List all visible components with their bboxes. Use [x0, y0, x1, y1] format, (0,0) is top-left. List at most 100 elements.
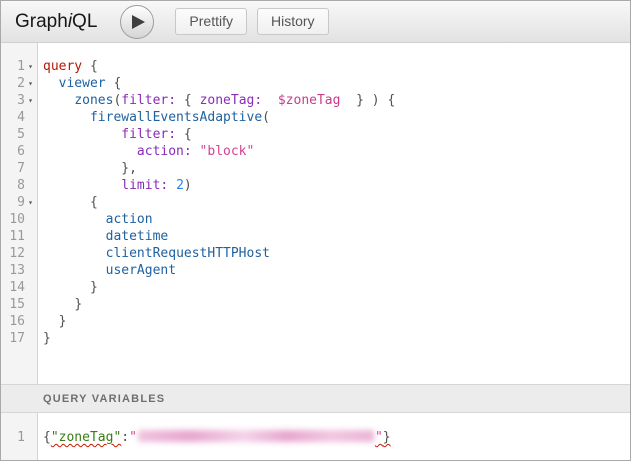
gutter: 1▾ — [1, 58, 38, 75]
line-number: 13 — [9, 262, 25, 279]
token — [43, 195, 90, 210]
code-line[interactable]: 15 } — [1, 296, 630, 313]
code-line[interactable]: 7 }, — [1, 160, 630, 177]
graphiql-app: GraphiQL Prettify History 1▾query {2▾ vi… — [0, 0, 631, 461]
gutter: 16 — [1, 313, 38, 330]
code-text: query { — [38, 58, 98, 75]
token — [364, 93, 372, 108]
token: } — [43, 331, 51, 346]
token: } — [90, 280, 98, 295]
token — [43, 297, 74, 312]
gutter: 14 — [1, 279, 38, 296]
token — [192, 93, 200, 108]
token — [168, 178, 176, 193]
gutter: 6 — [1, 143, 38, 160]
token — [192, 144, 200, 159]
line-number: 17 — [9, 330, 25, 347]
line-number: 3 — [17, 92, 25, 109]
code-line[interactable]: 2▾ viewer { — [1, 75, 630, 92]
code-text: viewer { — [38, 75, 121, 92]
token — [82, 59, 90, 74]
token: zones — [74, 93, 113, 108]
gutter: 11 — [1, 228, 38, 245]
line-number: 2 — [17, 75, 25, 92]
gutter: 3▾ — [1, 92, 38, 109]
line-number: 15 — [9, 296, 25, 313]
line-number: 6 — [17, 143, 25, 160]
token: ( — [262, 110, 270, 125]
token: "zoneTag" — [51, 430, 121, 445]
gutter: 1 — [1, 429, 38, 446]
token: limit: — [121, 178, 168, 193]
token — [43, 144, 137, 159]
fold-arrow-icon[interactable]: ▾ — [25, 75, 36, 92]
token — [43, 229, 106, 244]
logo-text-suffix: QL — [72, 11, 97, 32]
code-line[interactable]: 11 datetime — [1, 228, 630, 245]
code-text: } — [38, 279, 98, 296]
line-number: 16 — [9, 313, 25, 330]
gutter: 17 — [1, 330, 38, 347]
token: ) — [372, 93, 380, 108]
line-number: 7 — [17, 160, 25, 177]
fold-arrow-icon[interactable]: ▾ — [25, 92, 36, 109]
code-line[interactable]: 1{"zoneTag":""} — [1, 429, 630, 446]
token — [43, 76, 59, 91]
line-number: 1 — [17, 58, 25, 75]
token: filter: — [121, 127, 176, 142]
code-line[interactable]: 3▾ zones(filter: { zoneTag: $zoneTag } )… — [1, 92, 630, 109]
token: userAgent — [106, 263, 176, 278]
fold-arrow-icon[interactable]: ▾ — [25, 194, 36, 211]
code-line[interactable]: 8 limit: 2) — [1, 177, 630, 194]
gutter: 4 — [1, 109, 38, 126]
code-text: limit: 2) — [38, 177, 192, 194]
line-number: 11 — [9, 228, 25, 245]
gutter: 8 — [1, 177, 38, 194]
token: } — [356, 93, 364, 108]
token: { — [184, 127, 192, 142]
fold-arrow-icon[interactable]: ▾ — [25, 58, 36, 75]
execute-button[interactable] — [120, 5, 154, 39]
code-line[interactable]: 17} — [1, 330, 630, 347]
topbar: GraphiQL Prettify History — [1, 1, 630, 43]
code-text: } — [38, 313, 66, 330]
code-line[interactable]: 9▾ { — [1, 194, 630, 211]
token — [176, 93, 184, 108]
play-icon — [128, 14, 146, 30]
token — [43, 161, 121, 176]
code-line[interactable]: 14 } — [1, 279, 630, 296]
token: { — [90, 195, 98, 210]
token: action: — [137, 144, 192, 159]
token: action — [106, 212, 153, 227]
token: } — [383, 430, 391, 445]
prettify-button[interactable]: Prettify — [175, 8, 247, 35]
query-variables-header[interactable]: QUERY VARIABLES — [1, 384, 630, 413]
token — [43, 246, 106, 261]
token: { — [90, 59, 98, 74]
token: firewallEventsAdaptive — [90, 110, 262, 125]
query-editor[interactable]: 1▾query {2▾ viewer {3▾ zones(filter: { z… — [1, 43, 630, 384]
code-line[interactable]: 5 filter: { — [1, 126, 630, 143]
code-text: {"zoneTag":""} — [38, 429, 391, 446]
code-line[interactable]: 12 clientRequestHTTPHost — [1, 245, 630, 262]
code-text: } — [38, 296, 82, 313]
history-button[interactable]: History — [257, 8, 329, 35]
line-number: 12 — [9, 245, 25, 262]
token: zoneTag: — [200, 93, 263, 108]
gutter: 5 — [1, 126, 38, 143]
code-line[interactable]: 6 action: "block" — [1, 143, 630, 160]
line-number: 8 — [17, 177, 25, 194]
code-text: { — [38, 194, 98, 211]
token: { — [184, 93, 192, 108]
code-line[interactable]: 13 userAgent — [1, 262, 630, 279]
code-line[interactable]: 1▾query { — [1, 58, 630, 75]
code-text: zones(filter: { zoneTag: $zoneTag } ) { — [38, 92, 395, 109]
token: } — [59, 314, 67, 329]
code-line[interactable]: 10 action — [1, 211, 630, 228]
token — [262, 93, 278, 108]
code-line[interactable]: 4 firewallEventsAdaptive( — [1, 109, 630, 126]
code-line[interactable]: 16 } — [1, 313, 630, 330]
code-text: action: "block" — [38, 143, 254, 160]
variables-editor[interactable]: 1{"zoneTag":""} — [1, 413, 630, 460]
token: { — [387, 93, 395, 108]
